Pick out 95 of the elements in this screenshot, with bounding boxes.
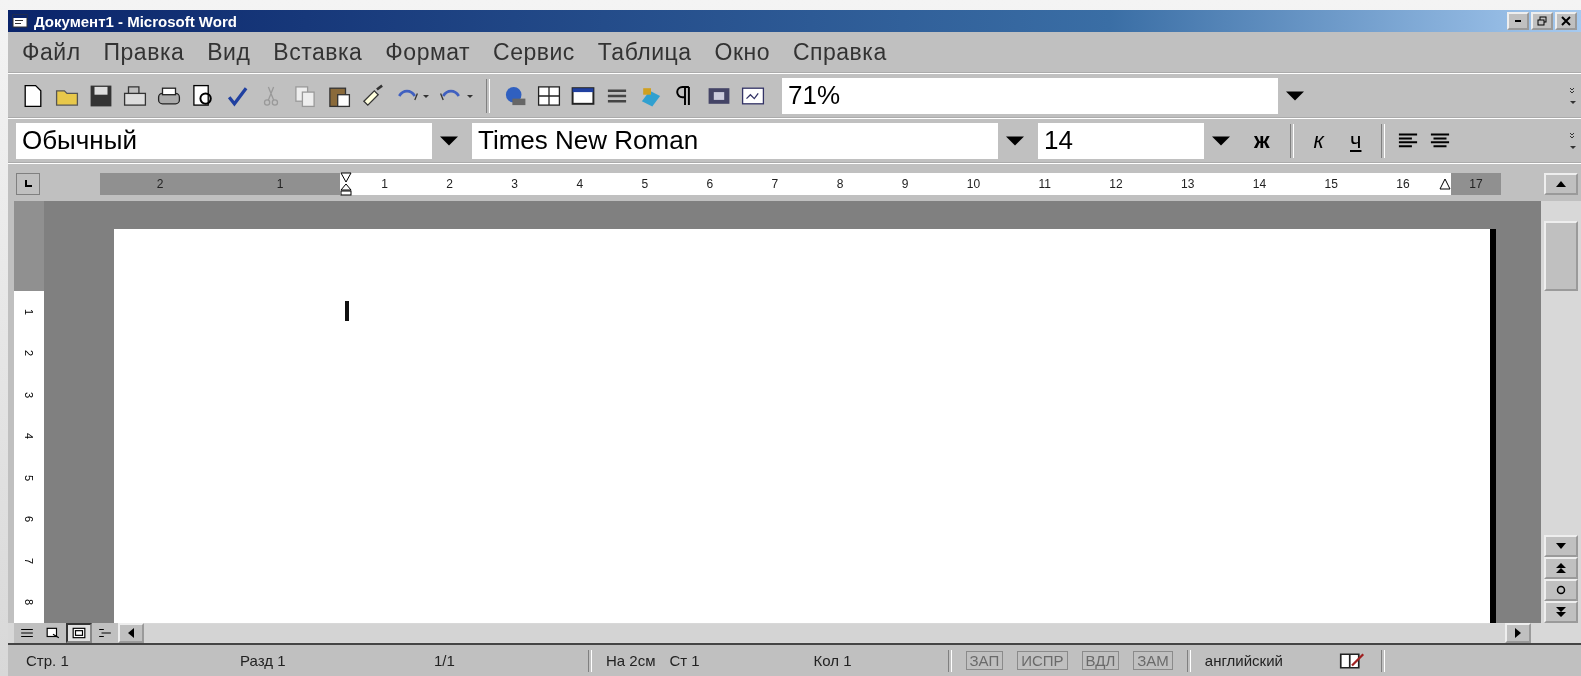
scroll-right-button[interactable] [1505,623,1531,643]
status-field: ЗАП [965,651,1004,670]
menu-item[interactable]: Таблица [597,38,692,66]
ruler-number: 5 [641,177,649,191]
caret-icon [1278,77,1312,114]
page-view-icon [72,627,86,639]
up-arrow-icon [1556,181,1566,187]
left-arrow-icon [128,628,134,638]
circle-icon [1556,585,1566,595]
outline-view-icon [98,627,112,639]
ruler-number: 4 [23,433,35,440]
menu-item[interactable]: Сервис [493,38,575,66]
ruler-number: 5 [23,474,35,481]
ruler-number: 6 [23,516,35,523]
normal-view-icon [20,627,34,639]
tab-selector-button[interactable] [16,173,40,195]
menu-item[interactable]: Правка [103,38,185,66]
view-button[interactable] [66,623,92,643]
style-dropdown[interactable]: Обычный [16,122,466,159]
previous-page-button[interactable] [1544,557,1578,579]
format-button[interactable]: ч [1340,127,1372,154]
status-field: Разд 1 [240,652,420,669]
menu-item[interactable]: Вид [207,38,251,66]
ruler-number: 16 [1396,177,1410,191]
web-view-icon [46,627,60,639]
double-up-arrow-icon [1556,563,1566,573]
ruler-number: 1 [381,177,388,191]
ruler-number: 8 [836,177,844,191]
ruler-number: 12 [1109,177,1123,191]
format-button[interactable]: к [1303,127,1334,154]
right-arrow-icon [1515,628,1521,638]
font-size-dropdown[interactable]: 14 [1038,122,1238,159]
status-field: Стр. 1 [26,652,226,669]
ruler-number: 2 [156,177,164,191]
menu-item[interactable]: Справка [792,38,887,66]
menu-item[interactable]: Формат [385,38,471,66]
window-title: Документ1 - Microsoft Word [34,12,237,30]
ruler-number: 3 [511,177,518,191]
browse-object-button[interactable] [1544,579,1578,601]
toolbar-options-icon[interactable] [1569,85,1577,106]
ruler-number: 10 [966,177,981,191]
restore-button[interactable] [1531,12,1553,30]
ruler-number: 15 [1324,177,1338,191]
minimize-button[interactable] [1507,12,1529,30]
ruler-number: 9 [901,177,909,191]
toolbar-options-icon[interactable] [1569,130,1577,151]
ruler-number: 1 [23,308,35,315]
caret-icon [432,122,466,159]
status-field: 1/1 [434,652,574,669]
status-field: Ст 1 [669,652,800,669]
status-field: Кол 1 [813,652,934,669]
status-field: ИСПР [1017,651,1068,670]
next-page-button[interactable] [1544,601,1578,623]
format-button[interactable]: ж [1244,127,1280,154]
ruler-number: 1 [276,177,284,191]
ruler-number: 13 [1181,177,1195,191]
ruler-number: 8 [23,599,35,606]
double-down-arrow-icon [1556,607,1566,617]
ruler-number: 7 [23,557,35,564]
close-button[interactable] [1555,12,1577,30]
ruler-number: 2 [446,177,453,191]
indent-marker-icon[interactable] [340,172,352,196]
menu-item[interactable]: Окно [714,38,770,66]
ruler-number: 11 [1038,177,1051,191]
scrollbar-thumb[interactable] [1544,221,1578,291]
ruler-number: 2 [23,350,35,357]
close-icon [1561,16,1571,26]
ruler-number: 7 [771,177,779,191]
status-field: ВДЛ [1081,651,1120,670]
status-field: ЗАМ [1133,651,1173,670]
view-button[interactable] [40,623,66,643]
minimize-icon [1515,20,1521,22]
zoom-dropdown[interactable]: 71% [782,77,1312,114]
tab-stop-icon [23,179,33,189]
scroll-left-button[interactable] [118,623,144,643]
restore-icon [1537,16,1547,26]
down-arrow-icon [1556,543,1566,549]
ruler-number: 14 [1252,177,1267,191]
scroll-down-button[interactable] [1544,535,1578,557]
status-field: На 2см [606,652,656,669]
status-field: английский [1204,652,1283,669]
font-dropdown[interactable]: Times New Roman [472,122,1032,159]
right-indent-icon[interactable] [1439,178,1451,190]
caret-icon [1204,122,1238,159]
caret-icon [998,122,1032,159]
menu-item[interactable]: Вставка [273,38,363,66]
ruler-number: 3 [23,391,35,398]
ruler-number: 6 [706,177,714,191]
text-cursor-icon [344,301,350,321]
menu-item[interactable]: Файл [22,38,81,66]
ruler-number: 17 [1469,177,1483,191]
scroll-up-button[interactable] [1544,173,1578,195]
view-button[interactable] [14,623,40,643]
document-icon [12,13,28,29]
ruler-number: 4 [576,177,584,191]
